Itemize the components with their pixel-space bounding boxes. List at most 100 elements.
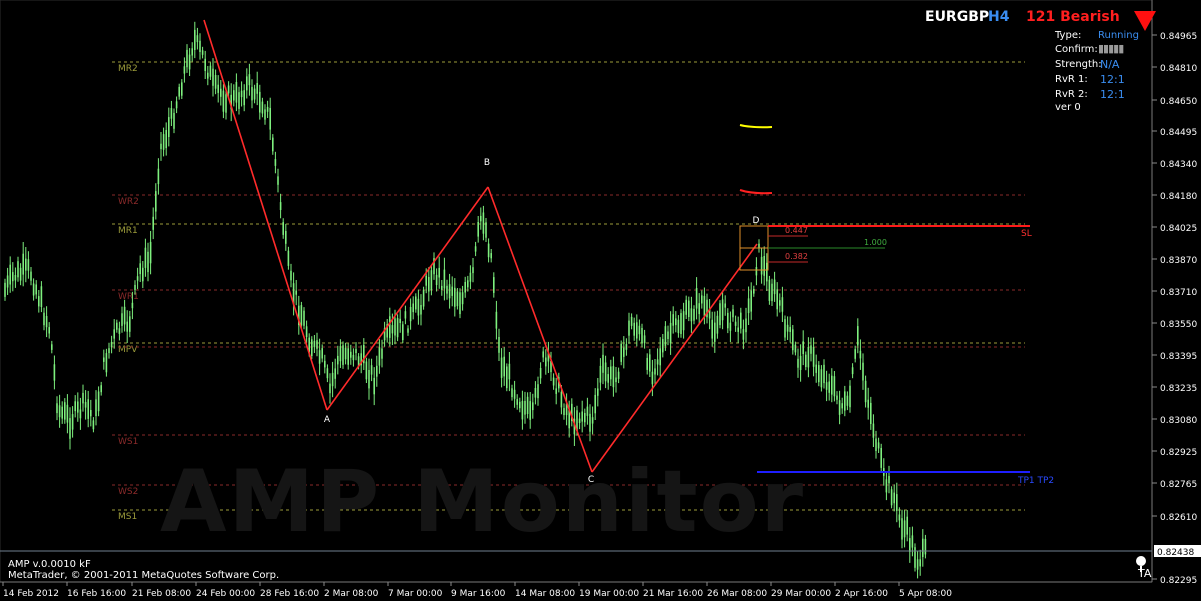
candle-body [493, 277, 495, 293]
candle-body [784, 319, 786, 338]
candle-body [14, 275, 17, 281]
timeframe-label: H4 [988, 9, 1010, 25]
candle-body [841, 403, 843, 409]
candle-body [885, 479, 888, 493]
candle-body [773, 279, 776, 295]
time-axis-label: 9 Mar 16:00 [451, 589, 506, 599]
candle-body [495, 311, 498, 329]
time-axis-label: 7 Mar 00:00 [388, 589, 443, 599]
candle-body [906, 516, 908, 535]
candle-body [602, 354, 604, 373]
candle-body [799, 355, 802, 370]
pattern-point-b: B [484, 158, 490, 168]
candle-body [844, 391, 846, 411]
time-axis-label: 28 Feb 16:00 [260, 589, 319, 599]
candle-body [136, 276, 139, 281]
candle-body [909, 538, 911, 552]
info-strength-value: N/A [1100, 58, 1120, 71]
candle-body [859, 350, 862, 359]
price-axis-label: 0.83395 [1160, 352, 1197, 362]
candle-body [25, 258, 27, 271]
candle-body [893, 492, 895, 504]
candle-body [867, 399, 869, 408]
candle-body [121, 313, 123, 326]
time-axis-label: 19 Mar 00:00 [579, 589, 639, 599]
candle-body [487, 243, 490, 258]
current-price-label: 0.82438 [1157, 548, 1194, 558]
candle-body [563, 408, 565, 416]
candle-body [537, 384, 539, 399]
candle-body [914, 547, 916, 568]
candle-body [162, 134, 165, 150]
candle-body [677, 319, 680, 334]
candle-body [342, 345, 344, 365]
candle-body [529, 401, 531, 420]
candle-body [695, 288, 698, 309]
candle-body [581, 411, 583, 422]
copyright-text: MetaTrader, © 2001-2011 MetaQuotes Softw… [8, 570, 280, 581]
candle-body [266, 106, 269, 112]
candle-body [201, 50, 204, 55]
candle-body [688, 300, 690, 317]
candle-body [90, 410, 92, 417]
candle-body [747, 298, 750, 314]
candle-body [862, 362, 864, 381]
info-confirm-value: ▮▮▮▮▮ [1098, 42, 1124, 55]
price-axis-label: 0.82295 [1160, 576, 1197, 586]
candle-body [147, 251, 149, 273]
candle-body [623, 347, 625, 357]
candle-body [716, 315, 719, 334]
candle-body [864, 380, 867, 403]
candle-body [17, 261, 19, 278]
time-axis-label: 24 Feb 00:00 [196, 589, 255, 599]
candle-body [279, 202, 282, 210]
time-axis-label: 2 Apr 16:00 [835, 589, 888, 599]
expert-advisor-icon [1136, 556, 1146, 566]
candle-body [597, 388, 599, 396]
candle-body [924, 538, 927, 555]
candle-body [318, 350, 321, 364]
candle-body [196, 35, 199, 43]
info-rvr1-value: 12:1 [1100, 73, 1125, 86]
pivot-level-label: WS2 [118, 487, 138, 497]
candle-body [794, 344, 797, 353]
candle-body [365, 361, 368, 380]
candle-body [186, 49, 188, 68]
candle-body [225, 94, 227, 113]
candle-body [82, 392, 84, 404]
pattern-leg [487, 186, 593, 473]
candle-body [420, 305, 422, 315]
candle-body [123, 306, 126, 325]
candle-body [714, 322, 716, 342]
candle-body [753, 289, 755, 294]
candle-body [64, 402, 66, 420]
candle-body [131, 302, 134, 309]
candle-body [238, 92, 240, 109]
candle-body [620, 343, 622, 362]
info-version-label: ver 0 [1055, 102, 1081, 113]
candle-body [38, 296, 40, 307]
candle-body [789, 326, 791, 332]
candle-body [490, 253, 492, 259]
candle-body [617, 371, 620, 379]
pattern-label: 121 Bearish [1026, 9, 1120, 25]
candle-body [417, 298, 420, 316]
candle-body [771, 283, 773, 302]
candle-body [321, 348, 323, 359]
fib-label: 0.447 [785, 226, 808, 235]
candle-body [469, 272, 472, 282]
pattern-point-d: D [753, 216, 760, 226]
candle-body [846, 395, 849, 406]
candle-body [680, 313, 682, 334]
candle-body [526, 396, 529, 414]
candle-body [454, 287, 456, 307]
candle-body [890, 489, 893, 506]
candle-body [732, 309, 734, 318]
candle-body [118, 328, 121, 334]
candle-body [779, 300, 781, 306]
candle-body [58, 405, 61, 418]
candle-body [178, 86, 180, 97]
candle-body [217, 84, 219, 93]
candle-body [446, 285, 448, 294]
candle-body [329, 383, 331, 394]
